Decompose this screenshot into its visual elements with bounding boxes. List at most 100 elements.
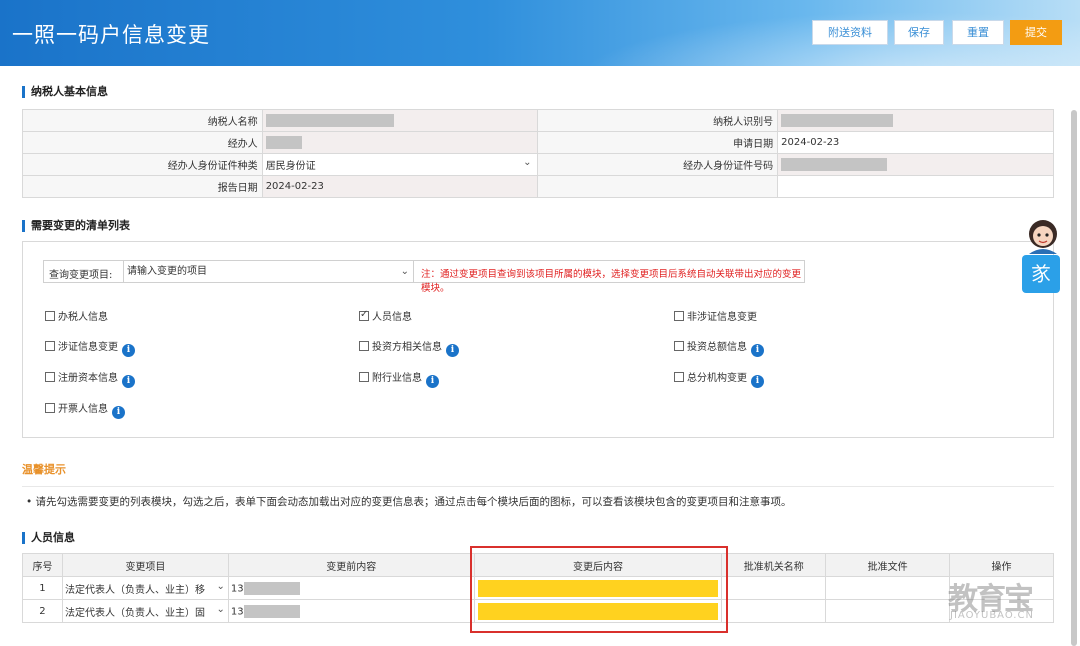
checkbox[interactable] bbox=[674, 311, 684, 321]
info-icon[interactable]: i bbox=[112, 406, 125, 419]
option-tax-handler[interactable]: 办税人信息 bbox=[45, 308, 108, 323]
header-bar: 一照一码户信息变更 附送资料 保存 重置 提交 bbox=[0, 0, 1080, 66]
row-no: 1 bbox=[22, 576, 63, 600]
info-icon[interactable]: i bbox=[751, 344, 764, 357]
table-row: 经办人 申请日期 2024-02-23 bbox=[22, 131, 1054, 154]
page-title: 一照一码户信息变更 bbox=[12, 23, 210, 47]
option-label: 投资方相关信息 bbox=[372, 342, 442, 353]
col-document: 批准文件 bbox=[825, 553, 951, 577]
apply-date-label: 申请日期 bbox=[537, 131, 779, 154]
chevron-down-icon: ⌄ bbox=[216, 603, 225, 615]
personnel-title: 人员信息 bbox=[22, 532, 75, 544]
info-icon[interactable]: i bbox=[122, 375, 135, 388]
query-label: 查询变更项目: bbox=[49, 270, 113, 281]
query-placeholder: 请输入变更的项目 bbox=[127, 266, 207, 277]
help-panel-button[interactable]: 㒸 bbox=[1022, 255, 1060, 293]
col-item: 变更项目 bbox=[61, 553, 229, 577]
empty-value bbox=[777, 175, 1054, 198]
option-label: 总分机构变更 bbox=[687, 373, 747, 384]
checkbox[interactable] bbox=[674, 341, 684, 351]
apply-date-value: 2024-02-23 bbox=[777, 131, 1054, 154]
option-label: 开票人信息 bbox=[58, 404, 108, 415]
submit-button[interactable]: 提交 bbox=[1010, 20, 1062, 45]
option-registered-capital[interactable]: 注册资本信息 i bbox=[45, 369, 135, 388]
before-text: 13 bbox=[230, 606, 244, 617]
redacted-block bbox=[781, 158, 888, 171]
taxpayer-id-value bbox=[777, 109, 1054, 132]
option-sub-industry[interactable]: 附行业信息 i bbox=[359, 369, 439, 388]
document-input[interactable] bbox=[825, 599, 951, 623]
info-icon[interactable]: i bbox=[446, 344, 459, 357]
col-before: 变更前内容 bbox=[227, 553, 475, 577]
agent-value bbox=[261, 131, 539, 154]
option-investment-total[interactable]: 投资总额信息 i bbox=[674, 338, 764, 357]
id-type-select[interactable]: 居民身份证 ⌄ bbox=[261, 153, 539, 176]
checkbox[interactable] bbox=[359, 341, 369, 351]
change-item-select[interactable]: 法定代表人（负责人、业主）移 ⌄ bbox=[61, 576, 229, 600]
help-doc-icon: 㒸 bbox=[1031, 262, 1051, 286]
table-row: 经办人身份证件种类 居民身份证 ⌄ 经办人身份证件号码 bbox=[22, 153, 1054, 176]
id-number-value bbox=[777, 153, 1054, 176]
agent-label: 经办人 bbox=[22, 131, 263, 154]
basic-info-table: 纳税人名称 纳税人识别号 经办人 申请日期 2024-02-23 经办人身份证件… bbox=[22, 109, 1054, 198]
save-button[interactable]: 保存 bbox=[894, 20, 944, 45]
watermark-domain: JIAOYUBAO.CN bbox=[950, 610, 1034, 621]
query-select[interactable]: 请输入变更的项目 ⌄ bbox=[123, 261, 414, 282]
option-investor-info[interactable]: 投资方相关信息 i bbox=[359, 338, 459, 357]
before-text: 13 bbox=[230, 583, 244, 594]
option-label: 人员信息 bbox=[372, 312, 412, 323]
change-item-value: 法定代表人（负责人、业主）移 bbox=[64, 584, 205, 596]
row-no: 2 bbox=[22, 599, 63, 623]
col-no: 序号 bbox=[22, 553, 63, 577]
checkbox[interactable] bbox=[359, 372, 369, 382]
query-bar: 查询变更项目: 请输入变更的项目 ⌄ 注：通过变更项目查询到该项目所属的模块，选择… bbox=[43, 260, 805, 294]
info-icon[interactable]: i bbox=[426, 375, 439, 388]
vertical-scrollbar[interactable] bbox=[1071, 110, 1077, 646]
table-row: 纳税人名称 纳税人识别号 bbox=[22, 109, 1054, 132]
info-icon[interactable]: i bbox=[751, 375, 764, 388]
change-list-title: 需要变更的清单列表 bbox=[22, 220, 130, 232]
option-non-cert-change[interactable]: 非涉证信息变更 bbox=[674, 308, 757, 323]
chat-assistant-icon[interactable] bbox=[1021, 216, 1065, 256]
authority-input[interactable] bbox=[721, 576, 827, 600]
redacted-block bbox=[243, 604, 300, 618]
redacted-block bbox=[265, 114, 394, 127]
option-label: 涉证信息变更 bbox=[58, 342, 118, 353]
id-type-label: 经办人身份证件种类 bbox=[22, 153, 263, 176]
chevron-down-icon: ⌄ bbox=[216, 580, 225, 592]
change-item-select[interactable]: 法定代表人（负责人、业主）固 ⌄ bbox=[61, 599, 229, 623]
checkbox[interactable] bbox=[45, 372, 55, 382]
authority-input[interactable] bbox=[721, 599, 827, 623]
table-row: 报告日期 2024-02-23 bbox=[22, 175, 1054, 198]
checkbox[interactable] bbox=[674, 372, 684, 382]
checkbox-checked[interactable] bbox=[359, 309, 369, 321]
option-personnel[interactable]: 人员信息 bbox=[359, 308, 412, 323]
option-invoice-issuer[interactable]: 开票人信息 i bbox=[45, 400, 125, 419]
before-value: 13 bbox=[227, 599, 475, 623]
warm-tip-content: 请先勾选需要变更的列表模块，勾选之后，表单下面会动态加载出对应的变更信息表；通过… bbox=[35, 496, 792, 508]
empty-label bbox=[537, 175, 779, 198]
reset-button[interactable]: 重置 bbox=[952, 20, 1004, 45]
attach-docs-button[interactable]: 附送资料 bbox=[812, 20, 888, 45]
option-cert-change[interactable]: 涉证信息变更 i bbox=[45, 338, 135, 357]
document-input[interactable] bbox=[825, 576, 951, 600]
col-authority: 批准机关名称 bbox=[721, 553, 827, 577]
warm-tip-title: 温馨提示 bbox=[22, 463, 66, 476]
option-label: 投资总额信息 bbox=[687, 342, 747, 353]
redacted-block bbox=[781, 114, 894, 127]
checkbox[interactable] bbox=[45, 311, 55, 321]
checkbox[interactable] bbox=[45, 403, 55, 413]
redacted-block bbox=[265, 136, 302, 149]
option-branch-change[interactable]: 总分机构变更 i bbox=[674, 369, 764, 388]
report-date-label: 报告日期 bbox=[22, 175, 263, 198]
id-number-label: 经办人身份证件号码 bbox=[537, 153, 779, 176]
checkbox[interactable] bbox=[45, 341, 55, 351]
id-type-value: 居民身份证 bbox=[265, 161, 316, 172]
highlight-red-box bbox=[470, 546, 728, 633]
divider bbox=[22, 486, 1054, 487]
info-icon[interactable]: i bbox=[122, 344, 135, 357]
taxpayer-id-label: 纳税人识别号 bbox=[537, 109, 779, 132]
basic-info-title: 纳税人基本信息 bbox=[22, 86, 108, 98]
option-label: 办税人信息 bbox=[58, 312, 108, 323]
option-label: 注册资本信息 bbox=[58, 373, 118, 384]
